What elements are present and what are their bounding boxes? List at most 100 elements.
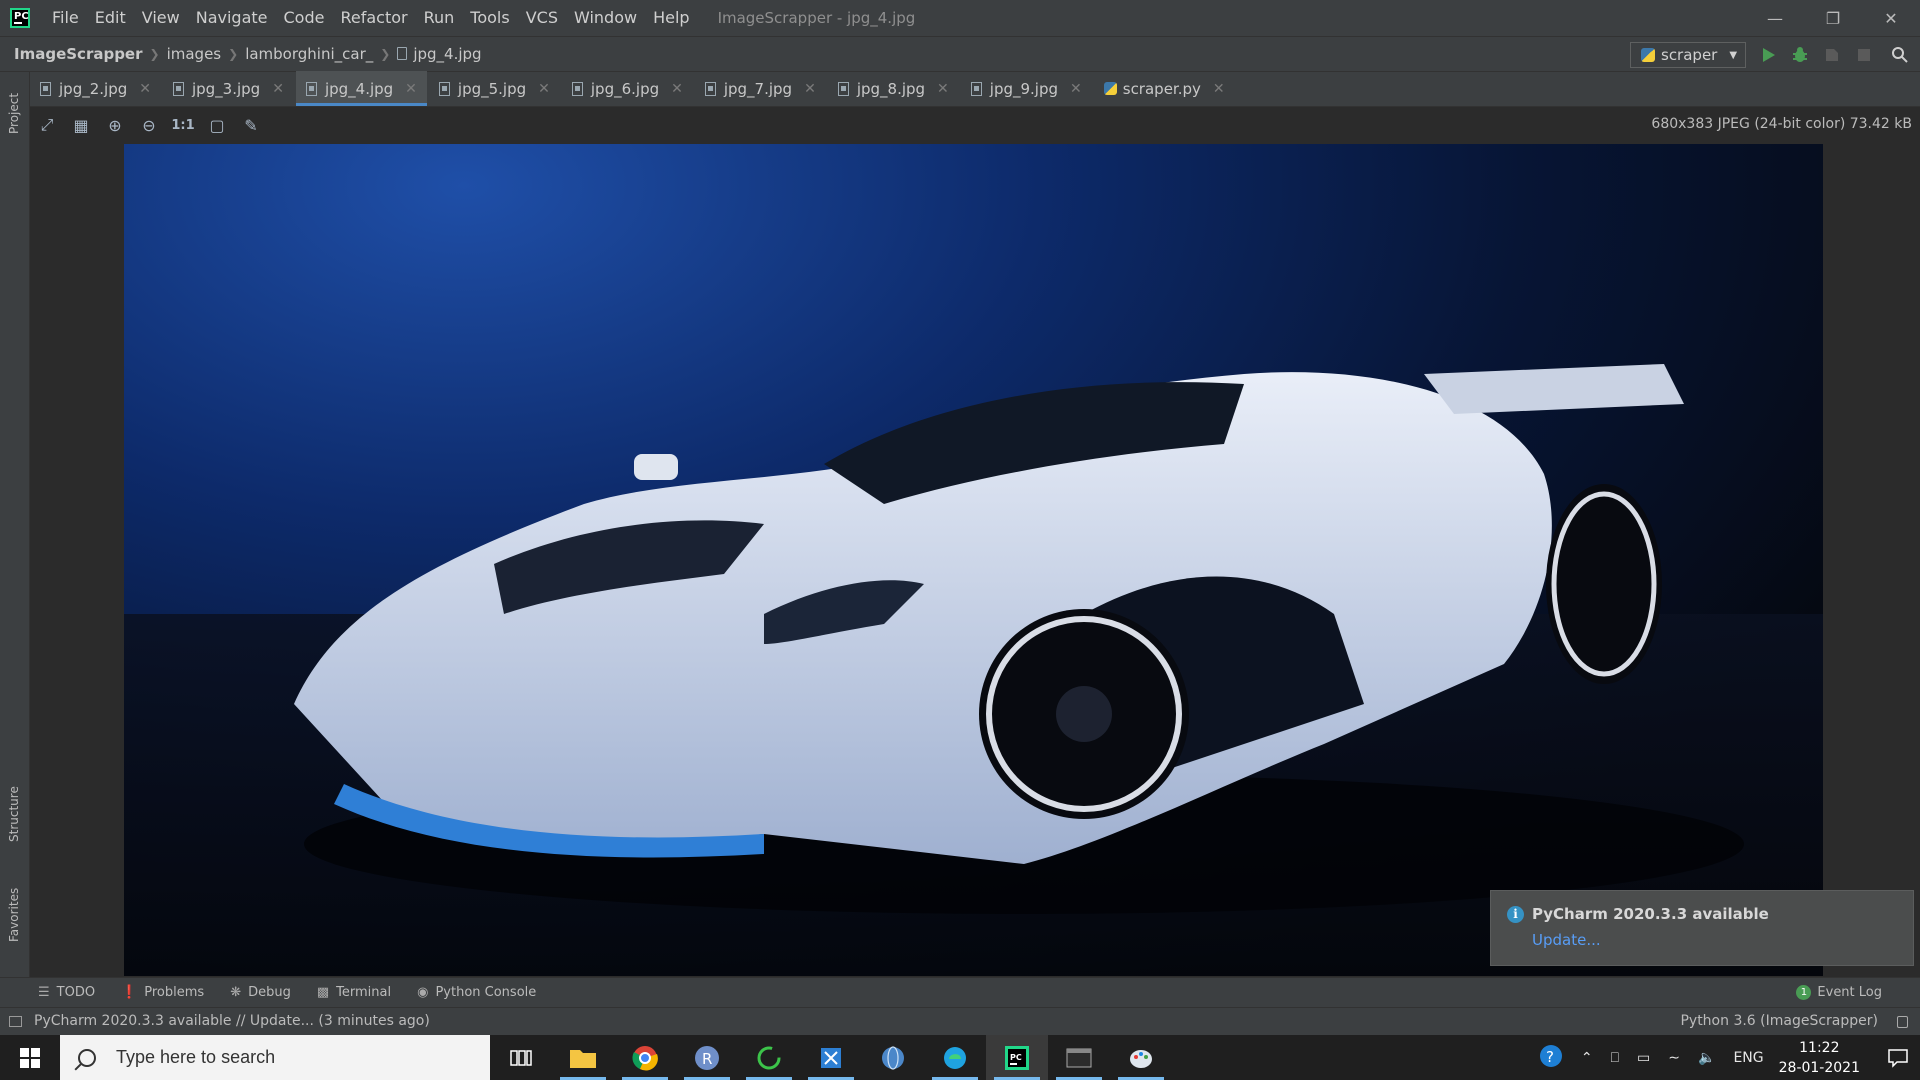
menu-refactor[interactable]: Refactor [332,0,415,36]
python-console-tool-button[interactable]: ◉ Python Console [417,985,536,1000]
fit-zoom-icon[interactable]: ▢ [200,109,234,141]
update-link[interactable]: Update... [1532,931,1601,949]
restore-icon[interactable]: ❐ [1804,0,1862,36]
breadcrumb-file[interactable]: jpg_4.jpg [393,45,485,63]
chevron-up-icon[interactable]: ⌃ [1581,1050,1593,1066]
tab-label: jpg_7.jpg [723,79,793,98]
close-icon[interactable]: ✕ [272,81,284,97]
close-icon[interactable]: ✕ [671,81,683,97]
list-icon: ☰ [38,985,50,1000]
structure-tool-button[interactable]: Structure [7,786,21,842]
device-icon[interactable]: ⎕ [1611,1050,1619,1066]
minimize-icon[interactable]: — [1746,0,1804,36]
python-interpreter[interactable]: Python 3.6 (ImageScrapper) [1680,1013,1878,1029]
windows-taskbar: Type here to search R PC ? ⌃ ⎕ ▭ ∼ 🔈 ENG… [0,1035,1920,1080]
todo-tool-button[interactable]: ☰ TODO [38,985,95,1000]
image-file-icon [970,81,982,96]
image-viewer [30,143,1920,977]
breadcrumb-project[interactable]: ImageScrapper [0,45,147,63]
status-message[interactable]: PyCharm 2020.3.3 available // Update... … [34,1013,430,1029]
actual-size-button[interactable]: 1:1 [166,109,200,141]
close-icon[interactable]: ✕ [1070,81,1082,97]
tab-label: jpg_4.jpg [324,79,394,98]
edge-icon[interactable] [924,1035,986,1080]
search-icon[interactable] [1891,46,1909,64]
menu-window[interactable]: Window [566,0,645,36]
help-icon[interactable]: ? [1539,1044,1563,1072]
tab-jpg-2[interactable]: jpg_2.jpg ✕ [30,71,161,106]
editor-tabs: jpg_2.jpg ✕ jpg_3.jpg ✕ jpg_4.jpg ✕ jpg_5.j… [30,71,1920,107]
breadcrumb-images[interactable]: images [163,45,226,63]
project-tool-button[interactable]: Project [7,93,21,134]
tab-jpg-3[interactable]: jpg_3.jpg ✕ [163,71,294,106]
status-bar: PyCharm 2020.3.3 available // Update... … [0,1007,1920,1035]
snipping-tool-icon[interactable] [800,1035,862,1080]
close-icon[interactable]: ✕ [538,81,550,97]
favorites-tool-button[interactable]: Favorites [7,888,21,942]
image-file-icon [305,81,317,96]
event-log-button[interactable]: 1 Event Log [1796,985,1882,1000]
menu-navigate[interactable]: Navigate [188,0,276,36]
menu-help[interactable]: Help [645,0,697,36]
run-configuration-select[interactable]: scraper ▼ [1630,42,1746,68]
menu-run[interactable]: Run [416,0,463,36]
close-icon[interactable]: ✕ [139,81,151,97]
wifi-icon[interactable]: ∼ [1668,1050,1680,1066]
menu-view[interactable]: View [134,0,188,36]
r-app-icon[interactable]: R [676,1035,738,1080]
notification-center-icon[interactable] [1876,1035,1920,1080]
taskbar-search[interactable]: Type here to search [60,1035,490,1080]
close-icon[interactable]: ✕ [1862,0,1920,36]
menu-code[interactable]: Code [276,0,333,36]
fit-to-window-icon[interactable]: ⤢ [30,109,64,141]
paint-app-icon[interactable] [1110,1035,1172,1080]
problems-icon: ❗ [121,985,138,1000]
volume-icon[interactable]: 🔈 [1698,1050,1715,1066]
breadcrumb-folder[interactable]: lamborghini_car_ [241,45,377,63]
tab-scraper-py[interactable]: scraper.py ✕ [1094,71,1235,106]
tab-label: jpg_2.jpg [59,79,128,98]
globe-app-icon[interactable] [862,1035,924,1080]
bug-icon: ❋ [230,985,242,1000]
breadcrumb-file-label: jpg_4.jpg [413,45,482,63]
tab-jpg-7[interactable]: jpg_7.jpg ✕ [695,71,826,106]
close-icon[interactable]: ✕ [804,81,816,97]
battery-icon[interactable]: ▭ [1637,1050,1650,1066]
menu-vcs[interactable]: VCS [518,0,566,36]
windows-start-icon[interactable] [0,1035,60,1080]
tab-jpg-5[interactable]: jpg_5.jpg ✕ [429,71,560,106]
debug-tool-button[interactable]: ❋ Debug [230,985,291,1000]
left-tool-stripe: Project Structure Favorites [0,72,30,977]
tab-jpg-4[interactable]: jpg_4.jpg ✕ [295,71,427,106]
menu-tools[interactable]: Tools [462,0,517,36]
terminal-tool-button[interactable]: ▩ Terminal [317,985,391,1000]
tab-jpg-8[interactable]: jpg_8.jpg ✕ [828,71,959,106]
tab-jpg-9[interactable]: jpg_9.jpg ✕ [961,71,1092,106]
tool-window-toggle-icon[interactable] [9,1016,22,1027]
problems-tool-button[interactable]: ❗ Problems [121,985,204,1000]
language-indicator[interactable]: ENG [1733,1050,1763,1066]
close-icon[interactable]: ✕ [405,81,417,97]
file-explorer-icon[interactable] [552,1035,614,1080]
lock-icon[interactable] [1897,1016,1908,1028]
grid-icon[interactable]: ▦ [64,109,98,141]
run-icon[interactable] [1759,46,1777,64]
menu-edit[interactable]: Edit [87,0,134,36]
search-placeholder: Type here to search [116,1047,276,1067]
zoom-out-icon[interactable]: ⊖ [132,109,166,141]
chrome-icon[interactable] [614,1035,676,1080]
terminal-app-icon[interactable] [1048,1035,1110,1080]
color-picker-icon[interactable]: ✎ [234,109,268,141]
close-icon[interactable]: ✕ [937,81,949,97]
debug-icon[interactable] [1791,46,1809,64]
clock[interactable]: 11:22 28-01-2021 [1779,1038,1860,1078]
pycharm-taskbar-icon[interactable]: PC [986,1035,1048,1080]
car-illustration [124,364,1823,976]
tab-jpg-6[interactable]: jpg_6.jpg ✕ [562,71,693,106]
close-icon[interactable]: ✕ [1213,81,1225,97]
sync-app-icon[interactable] [738,1035,800,1080]
svg-text:R: R [702,1050,712,1068]
menu-file[interactable]: File [44,0,87,36]
task-view-icon[interactable] [490,1035,552,1080]
zoom-in-icon[interactable]: ⊕ [98,109,132,141]
